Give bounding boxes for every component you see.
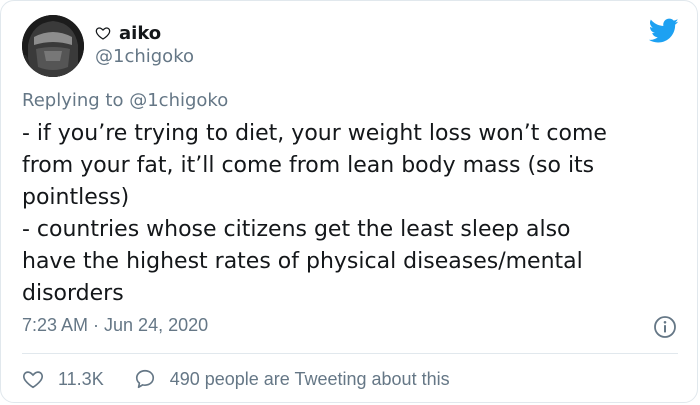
like-heart-icon: [23, 371, 43, 389]
avatar-image: [22, 15, 84, 77]
tweet-actions: 11.3K 490 people are Tweeting about this: [22, 365, 450, 393]
tweet-text-line: have the highest rates of physical disea…: [22, 249, 583, 274]
like-count: 11.3K: [58, 368, 104, 389]
tweet-timestamp[interactable]: 7:23 AM · Jun 24, 2020: [22, 315, 208, 336]
avatar[interactable]: [22, 15, 84, 77]
conversation-bubble-icon: [135, 369, 154, 389]
heart-outline-icon: [95, 27, 111, 40]
tweet-card: aiko @1chigoko Replying to @1chigoko - i…: [0, 0, 698, 403]
tweet-text-line: from your fat, it’ll come from lean body…: [22, 153, 595, 178]
like-button[interactable]: 11.3K: [22, 368, 104, 390]
replying-to: Replying to @1chigoko: [22, 90, 228, 111]
conversation-label: 490 people are Tweeting about this: [169, 368, 450, 389]
conversation-button[interactable]: 490 people are Tweeting about this: [134, 368, 450, 390]
replying-to-label: Replying to: [22, 90, 124, 111]
tweet-text-line: pointless): [22, 185, 130, 210]
user-handle[interactable]: @1chigoko: [95, 46, 194, 67]
tweet-text: - if you’re trying to diet, your weight …: [22, 118, 682, 310]
name-row[interactable]: aiko: [95, 20, 161, 46]
replying-to-handle[interactable]: @1chigoko: [129, 90, 228, 111]
tweet-text-line: - if you’re trying to diet, your weight …: [22, 121, 607, 146]
tweet-text-line: - countries whose citizens get the least…: [22, 217, 571, 242]
twitter-bird-icon[interactable]: [649, 18, 679, 44]
info-icon[interactable]: [653, 315, 677, 339]
display-name: aiko: [119, 22, 162, 44]
divider: [22, 353, 678, 354]
tweet-text-line: disorders: [22, 281, 124, 306]
